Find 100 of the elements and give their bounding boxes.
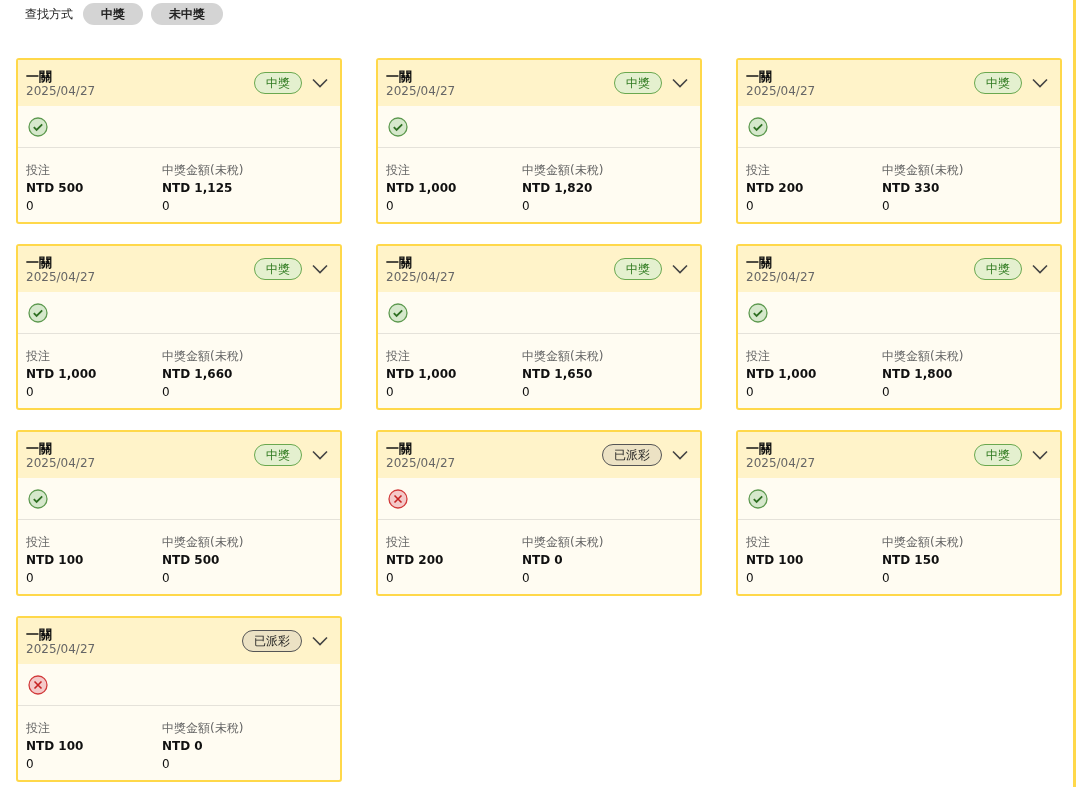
stake-amount: NTD 100 [26, 738, 85, 755]
stake-label: 投注 [26, 720, 51, 737]
chevron-down-icon[interactable] [672, 78, 688, 88]
stake-amount: NTD 100 [26, 552, 85, 569]
stake-amount: NTD 500 [26, 180, 85, 197]
prize-label: 中獎金額(未稅) [162, 162, 245, 179]
card-date: 2025/04/27 [746, 269, 817, 284]
card-date: 2025/04/27 [746, 455, 817, 470]
card-header[interactable]: 一關 2025/04/27 中獎 [18, 246, 340, 292]
stake-label: 投注 [746, 348, 771, 365]
card-title: 一關 [386, 440, 413, 456]
card-title: 一關 [746, 68, 773, 84]
prize-amount: NTD 0 [162, 738, 204, 755]
stake-label: 投注 [746, 162, 771, 179]
prize-label: 中獎金額(未稅) [162, 720, 245, 737]
status-badge: 已派彩 [242, 630, 302, 652]
card-header[interactable]: 一關 2025/04/27 中獎 [738, 60, 1060, 106]
stake-label: 投注 [386, 534, 411, 551]
stake-extra: 0 [746, 384, 755, 401]
stake-amount: NTD 200 [746, 180, 805, 197]
stake-amount: NTD 100 [746, 552, 805, 569]
prize-label: 中獎金額(未稅) [162, 348, 245, 365]
chevron-down-icon[interactable] [312, 78, 328, 88]
stake-label: 投注 [386, 162, 411, 179]
prize-label: 中獎金額(未稅) [882, 348, 965, 365]
card-date: 2025/04/27 [26, 269, 97, 284]
stake-label: 投注 [26, 348, 51, 365]
stake-amount: NTD 1,000 [26, 366, 98, 383]
stake-amount: NTD 1,000 [386, 180, 458, 197]
status-badge: 中獎 [254, 72, 302, 94]
status-badge: 中獎 [974, 258, 1022, 280]
stake-label: 投注 [26, 162, 51, 179]
prize-label: 中獎金額(未稅) [162, 534, 245, 551]
prize-label: 中獎金額(未稅) [882, 162, 965, 179]
chevron-down-icon[interactable] [672, 450, 688, 460]
stake-extra: 0 [386, 198, 395, 215]
prize-amount: NTD 150 [882, 552, 941, 569]
card-title: 一關 [746, 254, 773, 270]
filter-label: 查找方式 [25, 5, 73, 23]
card-title: 一關 [26, 440, 53, 456]
card-header[interactable]: 一關 2025/04/27 中獎 [18, 60, 340, 106]
stake-label: 投注 [746, 534, 771, 551]
card-header[interactable]: 一關 2025/04/27 中獎 [738, 432, 1060, 478]
stake-extra: 0 [746, 570, 755, 587]
card-header[interactable]: 一關 2025/04/27 已派彩 [378, 432, 700, 478]
prize-label: 中獎金額(未稅) [882, 534, 965, 551]
prize-amount: NTD 0 [522, 552, 564, 569]
prize-extra: 0 [162, 756, 171, 773]
card-title: 一關 [386, 68, 413, 84]
card-date: 2025/04/27 [386, 455, 457, 470]
stake-extra: 0 [26, 198, 35, 215]
card-header[interactable]: 一關 2025/04/27 中獎 [378, 246, 700, 292]
prize-amount: NTD 1,660 [162, 366, 234, 383]
prize-extra: 0 [162, 384, 171, 401]
card-header[interactable]: 一關 2025/04/27 已派彩 [18, 618, 340, 664]
status-badge: 已派彩 [602, 444, 662, 466]
prize-amount: NTD 1,125 [162, 180, 234, 197]
filter-chip[interactable]: 未中獎 [151, 3, 223, 25]
stake-extra: 0 [26, 384, 35, 401]
stake-label: 投注 [386, 348, 411, 365]
card-header[interactable]: 一關 2025/04/27 中獎 [378, 60, 700, 106]
card-date: 2025/04/27 [26, 455, 97, 470]
chevron-down-icon[interactable] [1032, 450, 1048, 460]
chevron-down-icon[interactable] [1032, 78, 1048, 88]
chevron-down-icon[interactable] [312, 636, 328, 646]
card-date: 2025/04/27 [26, 641, 97, 656]
filter-chip[interactable]: 中獎 [83, 3, 143, 25]
stake-amount: NTD 1,000 [386, 366, 458, 383]
prize-extra: 0 [522, 384, 531, 401]
card-date: 2025/04/27 [386, 83, 457, 98]
chevron-down-icon[interactable] [672, 264, 688, 274]
chevron-down-icon[interactable] [312, 264, 328, 274]
chevron-down-icon[interactable] [1032, 264, 1048, 274]
prize-amount: NTD 1,650 [522, 366, 594, 383]
prize-label: 中獎金額(未稅) [522, 162, 605, 179]
card-header[interactable]: 一關 2025/04/27 中獎 [18, 432, 340, 478]
card-title: 一關 [26, 254, 53, 270]
stake-label: 投注 [26, 534, 51, 551]
card-date: 2025/04/27 [26, 83, 97, 98]
prize-extra: 0 [882, 570, 891, 587]
card-date: 2025/04/27 [746, 83, 817, 98]
status-badge: 中獎 [254, 444, 302, 466]
stake-extra: 0 [26, 570, 35, 587]
prize-amount: NTD 500 [162, 552, 221, 569]
prize-extra: 0 [882, 384, 891, 401]
prize-amount: NTD 330 [882, 180, 941, 197]
chevron-down-icon[interactable] [312, 450, 328, 460]
prize-extra: 0 [522, 570, 531, 587]
stake-extra: 0 [386, 384, 395, 401]
prize-label: 中獎金額(未稅) [522, 348, 605, 365]
stake-extra: 0 [746, 198, 755, 215]
card-header[interactable]: 一關 2025/04/27 中獎 [738, 246, 1060, 292]
stake-amount: NTD 200 [386, 552, 445, 569]
status-badge: 中獎 [614, 258, 662, 280]
card-title: 一關 [386, 254, 413, 270]
status-badge: 中獎 [614, 72, 662, 94]
status-badge: 中獎 [254, 258, 302, 280]
prize-extra: 0 [522, 198, 531, 215]
card-title: 一關 [26, 626, 53, 642]
card-date: 2025/04/27 [386, 269, 457, 284]
